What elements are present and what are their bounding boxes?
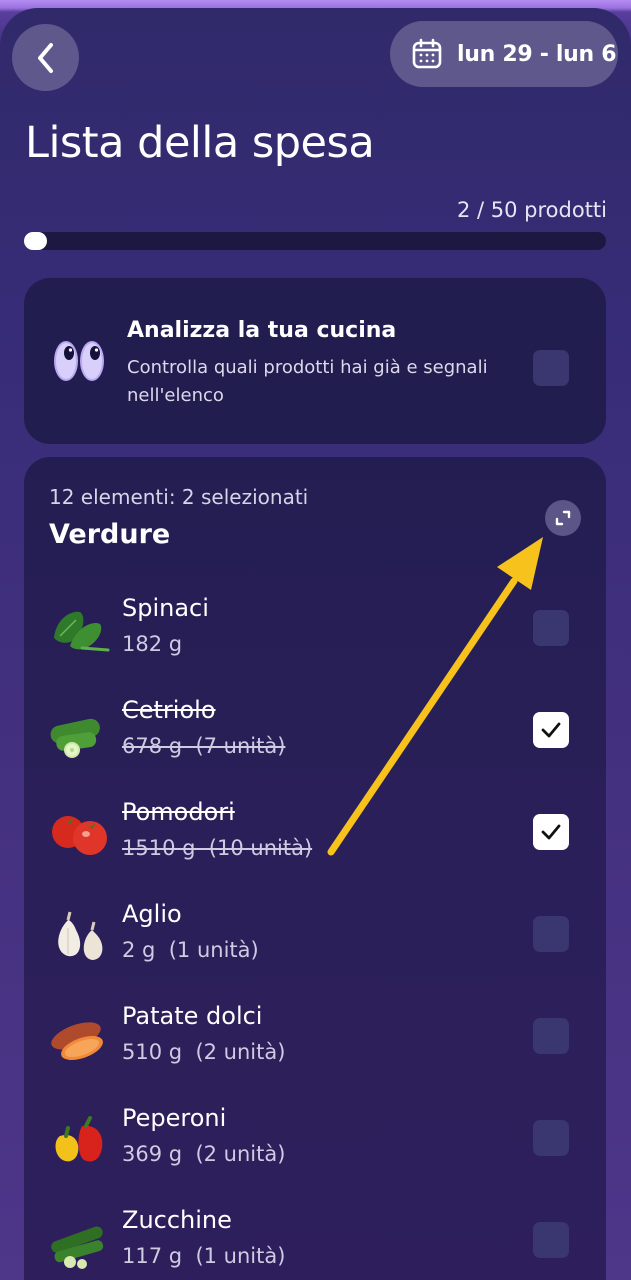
list-item[interactable]: Zucchine 117 g (1 unità): [24, 1206, 606, 1280]
date-range-button[interactable]: lun 29 - lun 6: [390, 21, 618, 87]
checkmark-icon: [541, 722, 561, 738]
sweet-potato-icon: [46, 1006, 114, 1074]
garlic-icon: [46, 904, 114, 972]
item-quantity: 1510 g (10 unità): [122, 836, 313, 860]
item-quantity: 678 g (7 unità): [122, 734, 286, 758]
list-item[interactable]: Pomodori 1510 g (10 unità): [24, 798, 606, 898]
progress-fill: [24, 232, 48, 250]
tomato-icon: [46, 802, 114, 870]
spinach-icon: [46, 598, 114, 666]
calendar-icon: [412, 38, 442, 69]
item-quantity: 369 g (2 unità): [122, 1142, 286, 1166]
item-name: Patate dolci: [122, 1002, 263, 1030]
date-range-label: lun 29 - lun 6: [457, 41, 617, 67]
back-button[interactable]: [12, 24, 79, 91]
category-title: Verdure: [49, 519, 171, 550]
item-quantity: 182 g: [122, 632, 183, 656]
item-name: Pomodori: [122, 798, 235, 826]
item-checkbox[interactable]: [533, 916, 569, 952]
checkmark-icon: [541, 824, 561, 840]
item-name: Cetriolo: [122, 696, 216, 724]
item-checkbox[interactable]: [533, 1120, 569, 1156]
expand-button[interactable]: [545, 500, 581, 536]
analyze-checkbox[interactable]: [533, 350, 569, 386]
item-name: Zucchine: [122, 1206, 232, 1234]
pepper-icon: [46, 1108, 114, 1176]
item-checkbox[interactable]: [533, 1222, 569, 1258]
chevron-left-icon: [37, 42, 53, 73]
item-checkbox[interactable]: [533, 712, 569, 748]
cucumber-icon: [46, 700, 114, 768]
item-name: Spinaci: [122, 594, 209, 622]
analyze-description: Controlla quali prodotti hai già e segna…: [127, 357, 488, 406]
analyze-title: Analizza la tua cucina: [127, 318, 397, 343]
product-count: 2 / 50 prodotti: [456, 198, 607, 222]
zucchini-icon: [46, 1210, 114, 1278]
screen: lun 29 - lun 6 Lista della spesa 2 / 50 …: [0, 8, 631, 1280]
analyze-kitchen-card[interactable]: Analizza la tua cucina Controlla quali p…: [24, 278, 606, 444]
list-item[interactable]: Cetriolo 678 g (7 unità): [24, 696, 606, 796]
list-item[interactable]: Aglio 2 g (1 unità): [24, 900, 606, 1000]
item-checkbox[interactable]: [533, 1018, 569, 1054]
expand-icon: [555, 510, 571, 526]
item-checkbox[interactable]: [533, 814, 569, 850]
item-name: Peperoni: [122, 1104, 227, 1132]
progress-bar: [24, 232, 606, 250]
item-quantity: 510 g (2 unità): [122, 1040, 286, 1064]
list-item[interactable]: Spinaci 182 g: [24, 594, 606, 694]
eyes-icon: [54, 341, 104, 381]
item-checkbox[interactable]: [533, 610, 569, 646]
item-quantity: 2 g (1 unità): [122, 938, 259, 962]
selection-summary: 12 elementi: 2 selezionati: [49, 485, 309, 509]
page-title: Lista della spesa: [25, 118, 375, 168]
list-item[interactable]: Patate dolci 510 g (2 unità): [24, 1002, 606, 1102]
item-name: Aglio: [122, 900, 182, 928]
category-card: 12 elementi: 2 selezionati Verdure Spina…: [24, 457, 606, 1280]
list-item[interactable]: Peperoni 369 g (2 unità): [24, 1104, 606, 1204]
item-quantity: 117 g (1 unità): [122, 1244, 286, 1268]
